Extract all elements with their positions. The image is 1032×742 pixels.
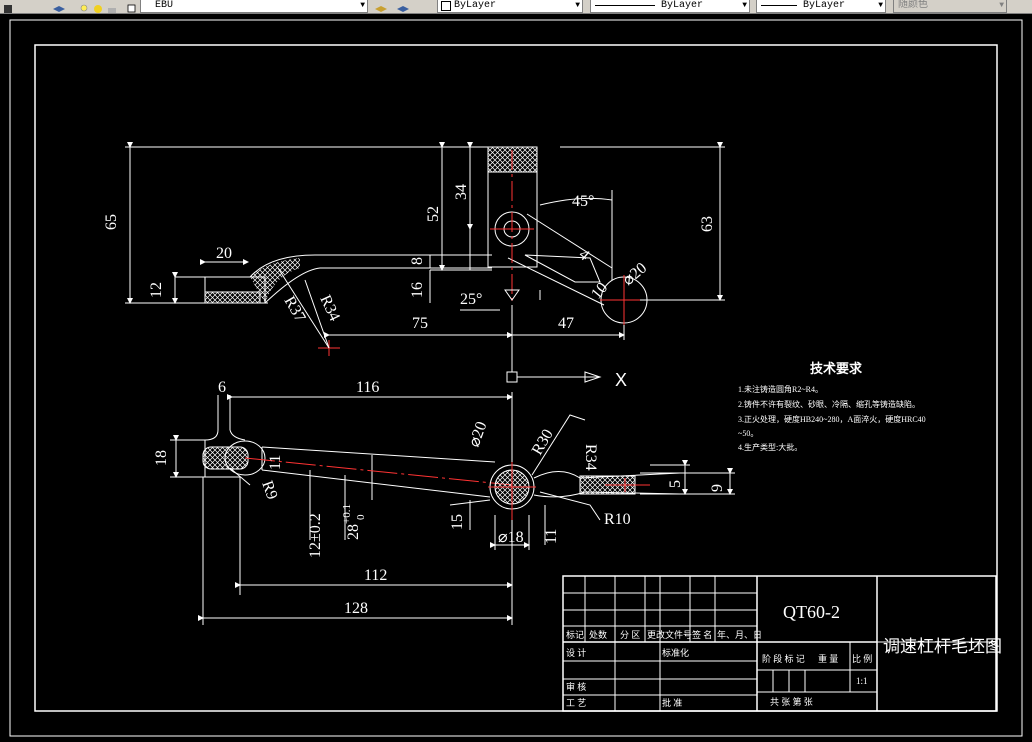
bottom-view-dims: 6 116 18 11 R9 12±0.2 28 +0.1 0 112 128 …	[153, 379, 726, 617]
design-label: 设 计	[566, 647, 586, 658]
properties-toolbar: EBU ▼ ByLayer ▼ ByLayer ▼ ByLayer ▼ 随颜色 …	[0, 0, 1032, 14]
dim-18: 18	[153, 450, 170, 466]
make-current-icon[interactable]	[374, 0, 387, 12]
dim-r34-b: R34	[582, 444, 599, 471]
chevron-down-icon: ▼	[360, 1, 365, 10]
chevron-down-icon: ▼	[575, 1, 580, 10]
dim-r37: R37	[281, 294, 309, 326]
tech-item: 1.未注铸造圆角R2~R4。	[738, 384, 823, 394]
chevron-down-icon: ▼	[878, 1, 883, 10]
linetype-control-dropdown[interactable]: ByLayer ▼	[590, 0, 750, 13]
process-label: 工 艺	[566, 698, 586, 708]
linetype-value: ByLayer	[661, 0, 704, 11]
dim-r10: R10	[604, 511, 631, 528]
plotstyle-value: 随颜色	[898, 0, 928, 11]
drawing-title: 调速杠杆毛坯图	[883, 637, 1002, 656]
drawing-frame	[9, 19, 1023, 737]
lineweight-value: ByLayer	[803, 0, 846, 11]
header-doc: 更改文件号	[647, 629, 692, 640]
dim-8: 8	[409, 257, 426, 265]
dim-20: 20	[216, 245, 232, 262]
dim-116: 116	[356, 379, 379, 396]
header-count: 处数	[589, 629, 607, 640]
dim-r34: R34	[316, 293, 343, 324]
dim-11: 11	[267, 455, 284, 470]
tech-item: 4.生产类型:大批。	[738, 442, 802, 452]
weight-label: 重 量	[818, 653, 838, 664]
tech-requirements: 技术要求 1.未注铸造圆角R2~R4。 2.铸件不许有裂纹、砂眼、冷隔、缩孔等铸…	[738, 361, 926, 452]
layer-states-icon[interactable]	[52, 0, 65, 12]
review-label: 审 核	[566, 681, 586, 692]
layer-previous-icon[interactable]	[396, 0, 409, 12]
layer-dropdown[interactable]: EBU ▼	[140, 0, 368, 13]
bulb-icon[interactable]	[78, 0, 90, 12]
tech-item: 2.铸件不许有裂纹、砂眼、冷隔、缩孔等铸造缺陷。	[738, 399, 920, 409]
dim-11-b: 11	[543, 529, 560, 544]
lock-icon[interactable]	[106, 0, 118, 13]
sheet-count-label: 共 张 第 张	[770, 696, 813, 707]
lineweight-control-dropdown[interactable]: ByLayer ▼	[756, 0, 886, 13]
dim-75: 75	[412, 315, 428, 332]
dim-12: 12	[148, 282, 165, 298]
tech-item: ~50。	[738, 429, 758, 438]
color-swatch-icon	[126, 0, 138, 13]
dim-r9: R9	[258, 479, 280, 502]
linetype-sample	[595, 5, 655, 6]
plotstyle-control-dropdown: 随颜色 ▼	[893, 0, 1007, 13]
dim-4: 4	[575, 246, 592, 264]
bottom-view	[170, 392, 735, 625]
header-sign: 签 名	[692, 629, 712, 640]
lineweight-sample	[761, 5, 797, 6]
dim-34: 34	[453, 184, 470, 200]
dim-65: 65	[103, 214, 120, 230]
approve-label: 批 准	[662, 697, 682, 708]
dim-47: 47	[558, 315, 574, 332]
ucs-x-label: X	[615, 370, 627, 390]
layer-manager-icon[interactable]	[2, 0, 14, 13]
dim-28-tol: 28	[345, 524, 362, 540]
scale-label: 比 例	[852, 653, 872, 664]
dim-128: 128	[344, 600, 368, 617]
dim-52: 52	[425, 206, 442, 222]
dim-15: 15	[449, 514, 466, 530]
color-control-dropdown[interactable]: ByLayer ▼	[437, 0, 583, 13]
stage-mark-label: 阶 段 标 记	[762, 653, 805, 664]
scale-value: 1:1	[856, 676, 868, 686]
tech-item: 3.正火处理，硬度HB240~280，A面淬火，硬度HRC40	[738, 414, 926, 424]
header-date: 年、月、日	[717, 629, 762, 640]
sun-icon[interactable]	[92, 0, 104, 13]
header-mark: 标记	[566, 629, 584, 640]
dim-63: 63	[699, 216, 716, 232]
tech-title: 技术要求	[810, 361, 863, 376]
dim-112: 112	[364, 567, 387, 584]
chevron-down-icon: ▼	[999, 1, 1004, 10]
dim-5: 5	[667, 480, 684, 488]
dim-9: 9	[709, 484, 726, 492]
material-label: QT60-2	[783, 602, 840, 622]
dim-28-lower: 0	[355, 514, 367, 520]
color-control-value: ByLayer	[454, 0, 497, 11]
chevron-down-icon: ▼	[742, 1, 747, 10]
standardize-label: 标准化	[662, 647, 689, 658]
dim-16: 16	[409, 282, 426, 298]
dim-25deg: 25°	[460, 291, 482, 308]
ucs-icon	[506, 310, 602, 383]
dim-45deg: 45°	[572, 193, 594, 210]
dim-28-upper: +0.1	[341, 504, 353, 524]
layer-name: EBU	[155, 0, 174, 11]
dim-6: 6	[218, 379, 226, 396]
color-swatch	[441, 1, 451, 11]
drawing-canvas[interactable]: 65 20 12 R37 R34 8 16 75 52 34 25° 45° 4…	[0, 13, 1032, 742]
dim-phi20-b: ⌀20	[466, 419, 491, 449]
header-zone: 分 区	[620, 630, 640, 640]
dim-12-tol: 12±0.2	[307, 513, 324, 558]
dim-phi18: ⌀18	[498, 529, 524, 546]
